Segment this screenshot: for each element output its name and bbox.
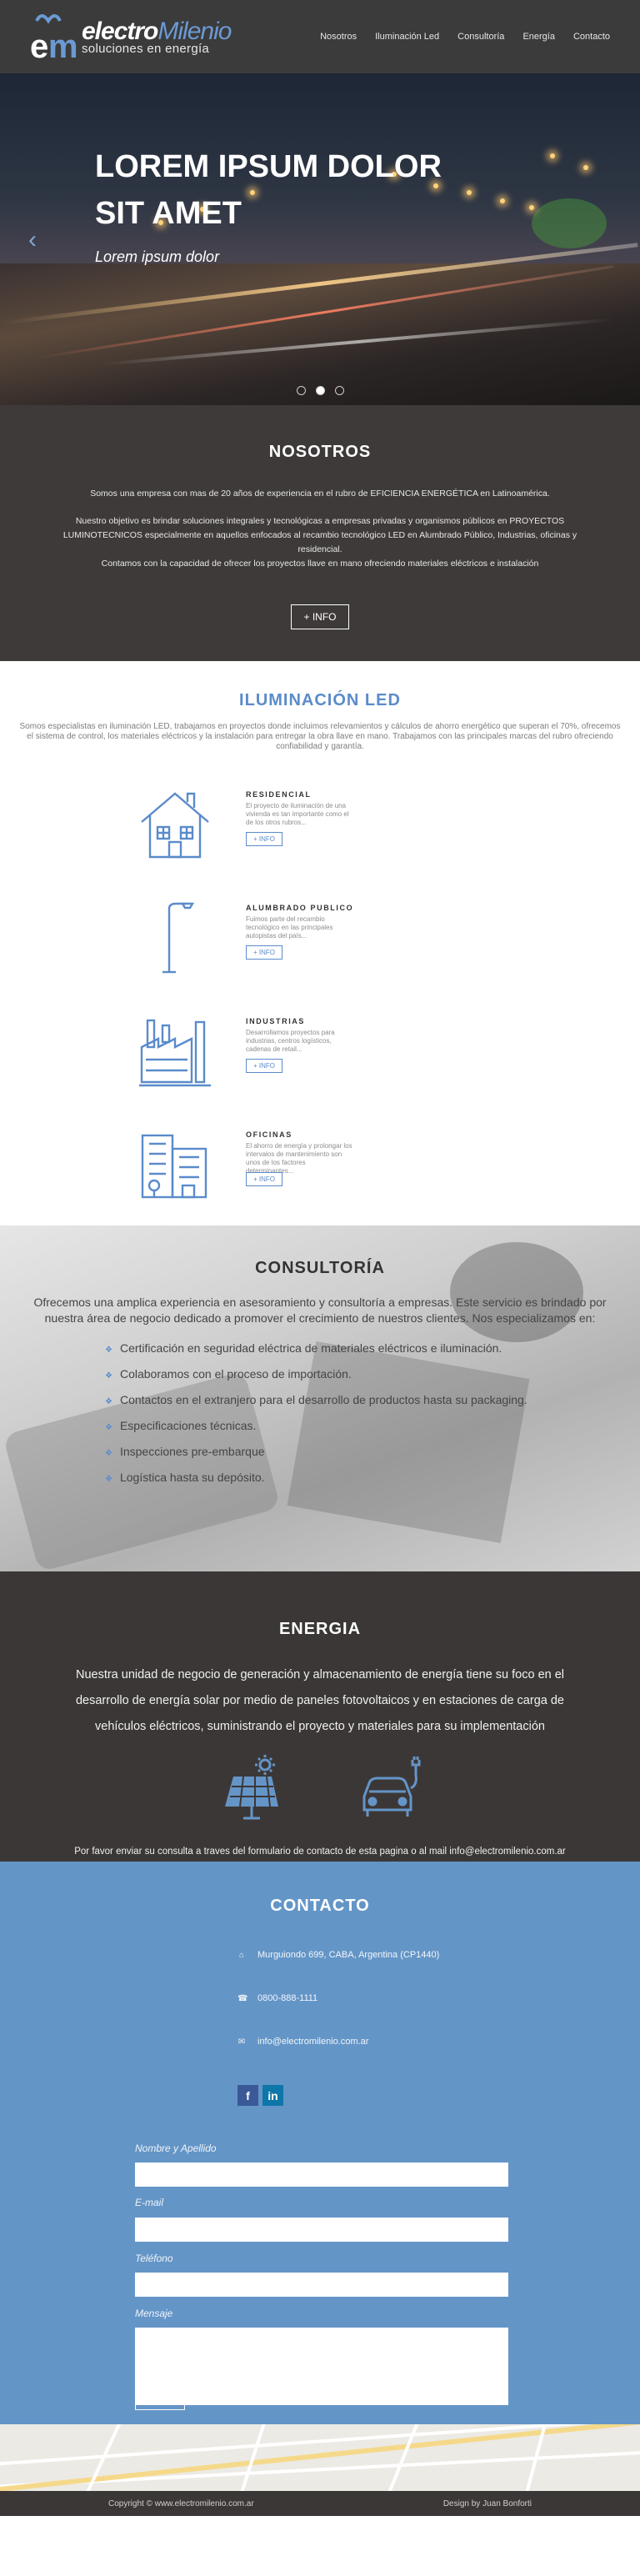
- hero-title: LOREM IPSUM DOLOR SIT AMET: [95, 149, 442, 231]
- nosotros-paragraph-3: Contamos con la capacidad de ofrecer los…: [101, 559, 539, 569]
- linkedin-icon[interactable]: in: [262, 2085, 283, 2106]
- logo-name: electroMilenio: [82, 17, 232, 45]
- section-consultoria: CONSULTORÍA Ofrecemos una amplica experi…: [0, 1225, 640, 1571]
- service-info-button[interactable]: + INFO: [246, 1172, 283, 1186]
- name-label: Nombre y Apellido: [135, 2142, 217, 2154]
- contact-phone: ☎ 0800-888-1111: [238, 1993, 318, 2003]
- hero-subtitle: Lorem ipsum dolor: [95, 248, 220, 265]
- section-contacto: CONTACTO ⌂ Murguiondo 699, CABA, Argenti…: [0, 1862, 640, 2424]
- contact-address: ⌂ Murguiondo 699, CABA, Argentina (CP144…: [238, 1950, 439, 1960]
- phone-icon: ☎: [238, 1993, 248, 2003]
- footer-copyright: Copyright © www.electromilenio.com.ar: [108, 2498, 254, 2508]
- slider-dot-3[interactable]: [334, 386, 344, 395]
- service-description: El proyecto de iluminación de una vivien…: [246, 802, 349, 826]
- site-footer: Copyright © www.electromilenio.com.ar De…: [0, 2491, 640, 2516]
- energia-text: Nuestra unidad de negocio de generación …: [75, 1668, 565, 1733]
- social-links: f in: [238, 2085, 283, 2106]
- message-field[interactable]: [135, 2328, 508, 2405]
- logo-mark-icon: e m: [30, 14, 78, 64]
- hero-slider: LOREM IPSUM DOLOR SIT AMET Lorem ipsum d…: [0, 73, 640, 405]
- phone-field[interactable]: [135, 2273, 508, 2297]
- iluminacion-title: ILUMINACIÓN LED: [239, 691, 401, 709]
- service-info-button[interactable]: + INFO: [246, 1059, 283, 1073]
- nav-consultoria[interactable]: Consultoría: [458, 32, 504, 42]
- service-item: OFICINAS El ahorro de energía y prolonga…: [0, 1127, 640, 1240]
- contacto-title: CONTACTO: [270, 1897, 370, 1915]
- address-text: Murguiondo 699, CABA, Argentina (CP1440): [258, 1950, 440, 1960]
- envelope-icon: ✉: [238, 2037, 246, 2047]
- section-energia: ENERGIA Nuestra unidad de negocio de gen…: [0, 1571, 640, 1862]
- list-item: Contactos en el extranjero para el desar…: [105, 1388, 640, 1414]
- slider-prev-icon[interactable]: ‹: [28, 226, 37, 254]
- home-icon: ⌂: [238, 1950, 245, 1960]
- list-item: Certificación en seguridad eléctrica de …: [105, 1336, 640, 1362]
- list-item: Colaboramos con el proceso de importació…: [105, 1362, 640, 1388]
- section-nosotros: NOSOTROS Somos una empresa con mas de 20…: [0, 405, 640, 661]
- nav-iluminacion[interactable]: Iluminación Led: [375, 32, 439, 42]
- section-iluminacion: ILUMINACIÓN LED Somos especialistas en i…: [0, 661, 640, 1225]
- phone-label: Teléfono: [135, 2253, 173, 2264]
- nosotros-paragraph-1: Somos una empresa con mas de 20 años de …: [90, 489, 550, 499]
- energia-footnote: Por favor enviar su consulta a traves de…: [74, 1847, 566, 1857]
- service-info-button[interactable]: + INFO: [246, 832, 283, 846]
- consultoria-intro: Ofrecemos una amplica experiencia en ase…: [33, 1296, 607, 1325]
- main-nav: Nosotros Iluminación Led Consultoría Ene…: [302, 32, 610, 42]
- electric-car-icon: [362, 1757, 420, 1817]
- nav-nosotros[interactable]: Nosotros: [320, 32, 357, 42]
- iluminacion-intro: Somos especialistas en iluminación LED, …: [19, 722, 621, 751]
- service-item: RESIDENCIAL El proyecto de iluminación d…: [0, 787, 640, 900]
- email-label: E-mail: [135, 2197, 164, 2208]
- facebook-icon[interactable]: f: [238, 2085, 258, 2106]
- service-item: INDUSTRIAS Desarrollamos proyectos para …: [0, 1014, 640, 1127]
- nav-energia[interactable]: Energía: [522, 32, 555, 42]
- footer-credit: Design by Juan Bonforti: [442, 2498, 532, 2508]
- email-field[interactable]: [135, 2218, 508, 2242]
- consultoria-title: CONSULTORÍA: [255, 1259, 385, 1277]
- nosotros-title: NOSOTROS: [268, 443, 372, 461]
- nosotros-info-button[interactable]: + INFO: [291, 604, 349, 629]
- service-title: RESIDENCIAL: [246, 790, 312, 799]
- send-button[interactable]: Enviar: [135, 2382, 185, 2410]
- solar-panel-icon: [224, 1755, 278, 1820]
- service-title: OFICINAS: [246, 1130, 292, 1139]
- email-link[interactable]: info@electromilenio.com.ar: [258, 2037, 368, 2047]
- logo-tagline: soluciones en energía: [82, 41, 210, 56]
- message-label: Mensaje: [135, 2308, 173, 2319]
- logo[interactable]: e m electroMilenio soluciones en energía: [30, 9, 232, 64]
- service-info-button[interactable]: + INFO: [246, 945, 283, 960]
- service-description: Desarrollamos proyectos para industrias,…: [246, 1029, 335, 1053]
- list-item: Logística hasta su depósito.: [105, 1466, 640, 1491]
- service-description: El ahorro de energía y prolongar los int…: [246, 1142, 352, 1175]
- house-icon: [141, 792, 209, 859]
- service-description: Fuimos parte del recambio tecnológico en…: [246, 915, 333, 940]
- factory-icon: [139, 1019, 211, 1087]
- service-title: INDUSTRIAS: [246, 1017, 306, 1025]
- svg-text:e: e: [30, 28, 48, 64]
- site-header: e m electroMilenio soluciones en energía…: [0, 0, 640, 73]
- svg-text:m: m: [48, 28, 78, 64]
- consultoria-list: Certificación en seguridad eléctrica de …: [105, 1336, 640, 1491]
- contact-email: ✉ info@electromilenio.com.ar: [238, 2037, 369, 2047]
- phone-text: 0800-888-1111: [258, 1993, 318, 2003]
- service-item: ALUMBRADO PUBLICO Fuimos parte del recam…: [0, 900, 640, 1014]
- slider-dot-2[interactable]: [315, 386, 325, 395]
- service-title: ALUMBRADO PUBLICO: [246, 904, 354, 912]
- list-item: Inspecciones pre-embarque: [105, 1440, 640, 1466]
- streetlight-icon: [162, 902, 195, 974]
- energia-title: ENERGIA: [278, 1620, 362, 1638]
- nosotros-paragraph-2: Nuestro objetivo es brindar soluciones i…: [62, 516, 578, 554]
- nav-contacto[interactable]: Contacto: [573, 32, 610, 42]
- location-map[interactable]: [0, 2424, 640, 2491]
- slider-dots: [0, 386, 640, 395]
- name-field[interactable]: [135, 2163, 508, 2187]
- slider-dot-1[interactable]: [296, 386, 306, 395]
- office-building-icon: [141, 1134, 208, 1199]
- list-item: Especificaciones técnicas.: [105, 1414, 640, 1440]
